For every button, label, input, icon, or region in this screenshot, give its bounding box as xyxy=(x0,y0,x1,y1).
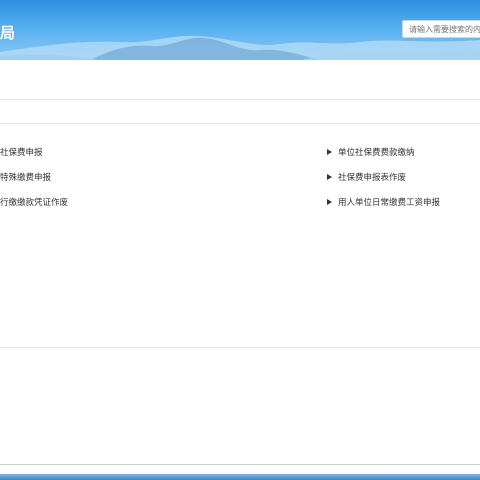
arrow-right-icon xyxy=(327,199,332,205)
search-input[interactable] xyxy=(402,20,480,38)
link-label: 社保费申报表作废 xyxy=(338,173,407,183)
link-declaration-form-void[interactable]: 社保费申报表作废 xyxy=(327,172,406,184)
site-title: 局 xyxy=(0,24,17,42)
link-label: 单位社保费费款缴纳 xyxy=(338,148,415,158)
header-banner: 局 xyxy=(0,0,480,60)
link-social-security-declaration[interactable]: 社保费申报 xyxy=(0,147,43,159)
link-special-payment-declaration[interactable]: 特殊缴费申报 xyxy=(0,172,51,184)
divider xyxy=(0,347,480,348)
link-unit-fee-payment[interactable]: 单位社保费费款缴纳 xyxy=(327,147,415,159)
arrow-right-icon xyxy=(327,149,332,155)
window-border xyxy=(0,464,480,465)
link-payment-voucher-void[interactable]: 行缴缴款凭证作废 xyxy=(0,197,68,209)
arrow-right-icon xyxy=(327,174,332,180)
taskbar-strip xyxy=(0,474,480,480)
divider xyxy=(0,99,480,100)
link-label: 用人单位日常缴费工资申报 xyxy=(338,198,441,208)
link-daily-wage-declaration[interactable]: 用人单位日常缴费工资申报 xyxy=(327,197,440,209)
divider xyxy=(0,123,480,124)
